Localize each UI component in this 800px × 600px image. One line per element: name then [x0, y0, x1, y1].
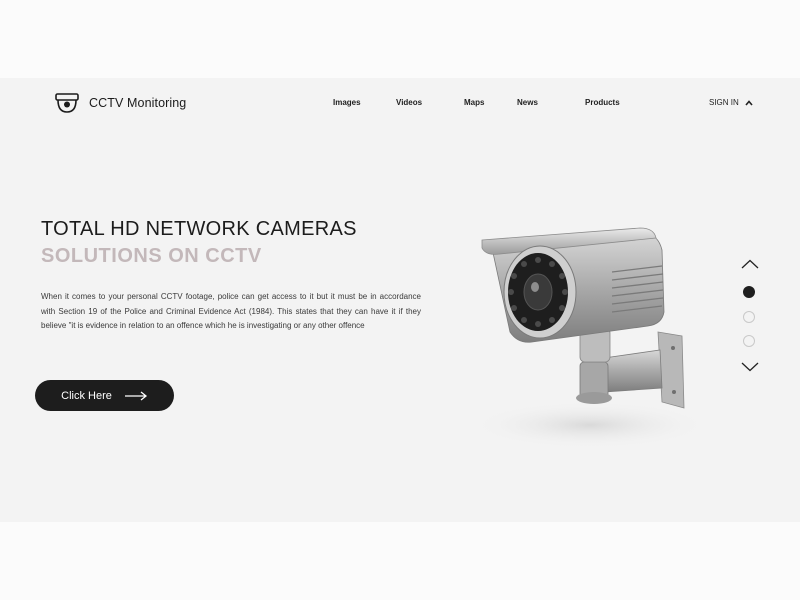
brand-name: CCTV Monitoring [89, 96, 187, 110]
bottom-band [0, 522, 800, 600]
nav-label[interactable]: Images [333, 98, 361, 107]
slider-dot-2[interactable] [743, 311, 755, 323]
hero-subtitle: SOLUTIONS ON CCTV [41, 245, 262, 267]
slider-down-button[interactable] [741, 362, 759, 372]
nav-label[interactable]: Videos [396, 98, 422, 107]
sign-in-button[interactable]: SIGN IN [709, 98, 753, 107]
cctv-camera-image [470, 227, 710, 449]
nav-item-products[interactable]: Products [585, 98, 620, 107]
slider-dot-3[interactable] [743, 335, 755, 347]
slider-up-button[interactable] [741, 259, 759, 269]
nav-label[interactable]: News [517, 98, 538, 107]
arrow-right-icon [124, 390, 147, 401]
logo[interactable]: CCTV Monitoring [54, 92, 186, 114]
slider-dot-1[interactable] [743, 286, 755, 298]
top-band [0, 0, 800, 78]
click-here-button[interactable]: Click Here [35, 380, 174, 411]
chevron-up-icon [745, 99, 753, 106]
nav-label[interactable]: Products [585, 98, 620, 107]
cctv-dome-icon [55, 93, 79, 113]
hero-title: TOTAL HD NETWORK CAMERAS [41, 218, 357, 240]
sign-in-label: SIGN IN [709, 98, 739, 107]
nav-label[interactable]: Maps [464, 98, 484, 107]
hero-description: When it comes to your personal CCTV foot… [41, 292, 421, 330]
nav-item-news[interactable]: News [517, 98, 538, 107]
nav-item-maps[interactable]: Maps [464, 98, 484, 107]
nav-item-images[interactable]: Images [333, 98, 361, 107]
nav-item-videos[interactable]: Videos [396, 98, 422, 107]
cta-label: Click Here [61, 389, 112, 402]
